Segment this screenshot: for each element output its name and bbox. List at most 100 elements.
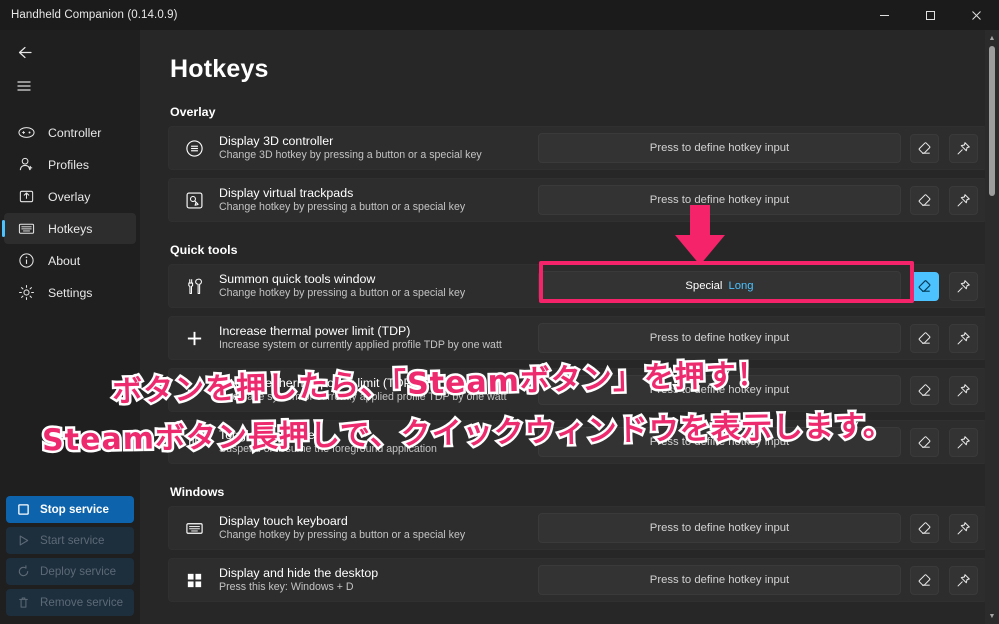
hotkey-input-field[interactable]: Press to define hotkey input [538,427,901,457]
sidebar-item-label: About [48,253,81,268]
section-heading-overlay: Overlay [170,105,216,119]
eraser-icon[interactable] [910,185,939,215]
pin-icon[interactable] [949,513,978,543]
sidebar-item-settings[interactable]: Settings [4,277,136,308]
eraser-icon[interactable] [910,271,939,301]
scroll-down-arrow[interactable]: ▼ [989,608,996,624]
sidebar-item-label: Hotkeys [48,221,93,236]
hotkey-row-text: Display and hide the desktop Press this … [219,566,378,594]
hotkey-row: Display 3D controller Change 3D hotkey b… [168,126,987,170]
pin-icon[interactable] [949,271,978,301]
sidebar-item-label: Overlay [48,189,91,204]
hotkey-row-desc: Change hotkey by pressing a button or a … [219,201,466,213]
eraser-icon[interactable] [910,513,939,543]
service-button-label: Stop service [40,503,109,516]
hotkey-input-field[interactable]: Press to define hotkey input [538,375,901,405]
info-circle-icon [16,251,36,271]
controller-icon [16,123,36,143]
hotkey-row: Toggle Suspender Suspend or resume the f… [168,420,987,464]
gear-icon [16,283,36,303]
hotkey-row-text: Display virtual trackpads Change hotkey … [219,186,465,214]
trash-icon [15,596,31,609]
hotkey-row-desc: Change 3D hotkey by pressing a button or… [219,149,482,161]
hotkey-row: Increase thermal power limit (TDP) Incre… [168,316,987,360]
window-title: Handheld Companion (0.14.0.9) [11,9,178,21]
pin-icon[interactable] [949,185,978,215]
eraser-icon[interactable] [910,565,939,595]
pin-icon[interactable] [949,133,978,163]
content-panel: Hotkeys Overlay Display 3D controller Ch… [140,30,999,624]
pause-icon [183,431,205,453]
hotkey-row-text: Toggle Suspender Suspend or resume the f… [219,428,437,456]
hotkey-row-text: Summon quick tools window Change hotkey … [219,272,465,300]
hotkey-row-desc: Change hotkey by pressing a button or a … [219,287,466,299]
hamburger-menu-icon[interactable] [4,69,44,103]
hotkey-row-title: Increase thermal power limit (TDP) [219,324,411,338]
hotkey-modifier-label: Long [728,280,754,292]
hotkey-row-desc: Decrease system or currently applied pro… [219,391,507,403]
scrollbar-thumb[interactable] [989,46,995,196]
deploy-service-button[interactable]: Deploy service [6,558,134,585]
sidebar-item-overlay[interactable]: Overlay [4,181,136,212]
window-body: Controller Profiles Overlay Hotkeys Abou… [0,30,999,624]
sidebar-item-about[interactable]: About [4,245,136,276]
sidebar-item-label: Controller [48,125,102,140]
minimize-icon[interactable] [861,0,907,30]
eraser-icon[interactable] [910,323,939,353]
vertical-scrollbar[interactable]: ▲ ▼ [985,30,999,624]
stop-square-icon [15,503,31,516]
hotkey-row-desc: Change hotkey by pressing a button or a … [219,529,466,541]
service-button-label: Deploy service [40,565,117,578]
keyboard-icon [16,219,36,239]
service-buttons: Stop service Start service Deploy servic… [0,496,140,624]
hotkey-input-field[interactable]: Press to define hotkey input [538,513,901,543]
hotkey-row-title: Summon quick tools window [219,272,376,286]
hotkey-input-field[interactable]: Press to define hotkey input [538,133,901,163]
scroll-up-arrow[interactable]: ▲ [989,30,996,46]
sidebar-top [0,35,140,103]
overlay-icon [16,187,36,207]
stop-service-button[interactable]: Stop service [6,496,134,523]
hotkeys-scroll-area[interactable]: Hotkeys Overlay Display 3D controller Ch… [140,30,999,624]
eraser-icon[interactable] [910,427,939,457]
hotkey-row-text: Decrease thermal power limit (TDP) Decre… [219,376,507,404]
window-controls [861,0,999,30]
hotkey-row-desc: Press this key: Windows + D [219,581,354,593]
title-bar: Handheld Companion (0.14.0.9) [0,0,999,30]
hotkey-input-field-assigned[interactable]: Special Long [538,271,901,301]
back-arrow-icon[interactable] [4,35,44,69]
start-service-button[interactable]: Start service [6,527,134,554]
pin-icon[interactable] [949,323,978,353]
hotkey-row-title: Decrease thermal power limit (TDP) [219,376,416,390]
sidebar-nav: Controller Profiles Overlay Hotkeys Abou… [0,117,140,308]
hotkey-row-text: Increase thermal power limit (TDP) Incre… [219,324,502,352]
profiles-person-icon [16,155,36,175]
sidebar-item-hotkeys[interactable]: Hotkeys [2,213,136,244]
remove-service-button[interactable]: Remove service [6,589,134,616]
app-window: Handheld Companion (0.14.0.9) Controller… [0,0,999,624]
close-icon[interactable] [953,0,999,30]
hotkey-input-field[interactable]: Press to define hotkey input [538,185,901,215]
hotkey-input-field[interactable]: Press to define hotkey input [538,565,901,595]
page-title: Hotkeys [170,55,269,83]
hotkey-input-field[interactable]: Press to define hotkey input [538,323,901,353]
menu-circle-icon [183,137,205,159]
trackpad-touch-icon [183,189,205,211]
hotkey-row-desc: Increase system or currently applied pro… [219,339,502,351]
eraser-icon[interactable] [910,133,939,163]
pin-icon[interactable] [949,565,978,595]
sidebar-item-profiles[interactable]: Profiles [4,149,136,180]
scrollbar-track[interactable] [985,46,999,608]
pin-icon[interactable] [949,375,978,405]
sidebar-item-controller[interactable]: Controller [4,117,136,148]
maximize-icon[interactable] [907,0,953,30]
hotkey-row-desc: Suspend or resume the foreground applica… [219,443,437,455]
sidebar: Controller Profiles Overlay Hotkeys Abou… [0,30,140,624]
hotkey-row-title: Display virtual trackpads [219,186,354,200]
sidebar-item-label: Settings [48,285,93,300]
service-button-label: Remove service [40,596,124,609]
hotkey-row-title: Toggle Suspender [219,428,319,442]
plus-icon [183,327,205,349]
eraser-icon[interactable] [910,375,939,405]
pin-icon[interactable] [949,427,978,457]
